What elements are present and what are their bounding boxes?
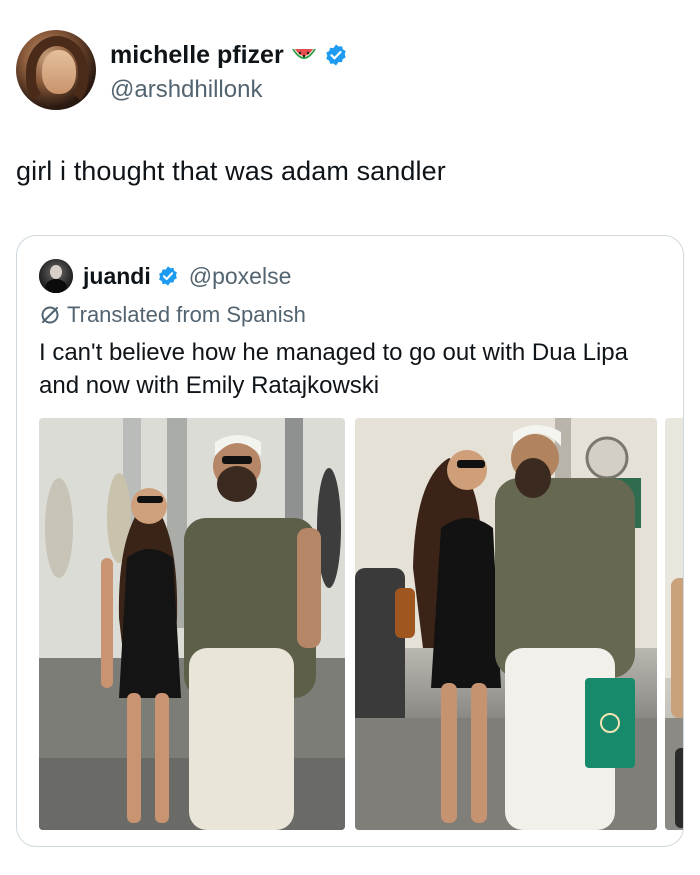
avatar-head-shape (50, 265, 62, 279)
media-photo-3[interactable] (665, 418, 683, 830)
translate-slash-icon (41, 306, 59, 324)
author-handle[interactable]: @arshdhillonk (110, 76, 348, 104)
display-name-row: michelle pfizer (110, 38, 348, 72)
quoted-author-avatar[interactable] (39, 259, 73, 293)
verified-badge-icon[interactable] (157, 265, 179, 287)
quoted-tweet-card[interactable]: juandi @poxelse Translated from Spanish … (16, 235, 684, 847)
avatar-face-shape (42, 50, 76, 94)
photo-3-illustration (665, 418, 683, 830)
author-display-name[interactable]: michelle pfizer (110, 41, 284, 70)
media-gallery (39, 418, 683, 830)
watermelon-emoji (291, 49, 316, 59)
avatar-body-shape (45, 279, 67, 293)
tweet: michelle pfizer @arshdhillonk girl i tho… (0, 0, 700, 875)
tweet-text: girl i thought that was adam sandler (16, 156, 446, 186)
verified-badge-icon[interactable] (324, 43, 348, 67)
quoted-author-handle[interactable]: @poxelse (189, 263, 292, 290)
translation-notice[interactable]: Translated from Spanish (39, 302, 306, 328)
translation-label: Translated from Spanish (67, 302, 306, 327)
quoted-author-display-name[interactable]: juandi (83, 263, 151, 290)
quoted-tweet-text: I can't believe how he managed to go out… (39, 339, 628, 399)
photo-1-illustration (39, 418, 345, 830)
author-avatar[interactable] (16, 30, 96, 110)
media-photo-1[interactable] (39, 418, 345, 830)
media-photo-2[interactable] (355, 418, 657, 830)
tweet-header: michelle pfizer @arshdhillonk (110, 38, 348, 104)
quoted-tweet-header: juandi @poxelse (39, 258, 291, 294)
photo-2-illustration (355, 418, 657, 830)
